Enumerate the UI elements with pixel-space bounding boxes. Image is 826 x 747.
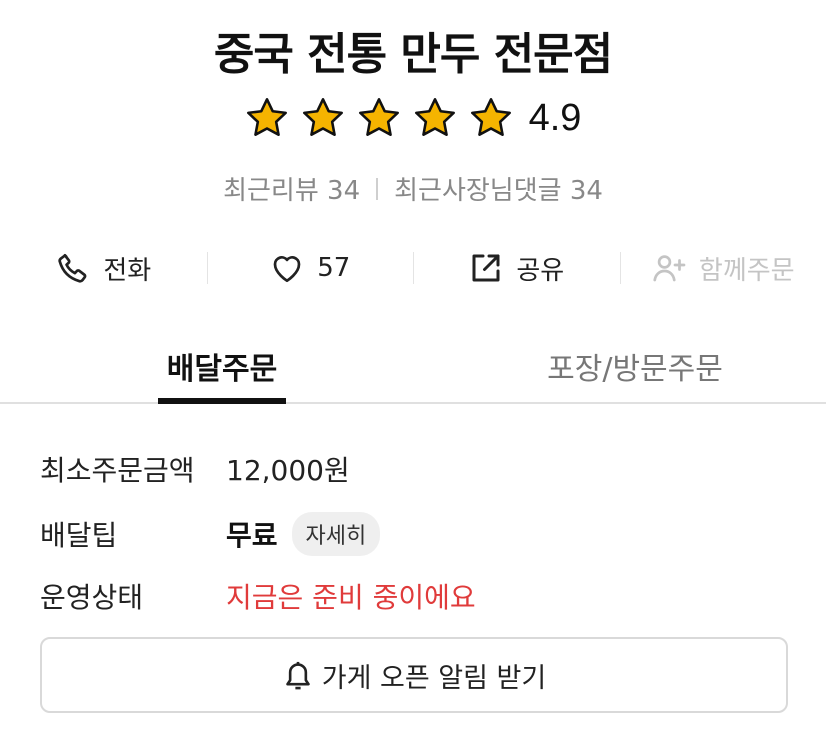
star-rating: [245, 96, 513, 140]
min-order-row: 최소주문금액 12,000원: [40, 449, 350, 489]
order-type-tabs: 배달주문 포장/방문주문: [0, 330, 826, 404]
review-counts: 최근리뷰 34 최근사장님댓글 34: [0, 170, 826, 207]
recent-reviews-link[interactable]: 최근리뷰 34: [223, 170, 360, 207]
star-icon: [413, 96, 457, 140]
delivery-tip-detail-button[interactable]: 자세히: [291, 512, 381, 556]
like-count: 57: [317, 253, 351, 283]
share-label: 공유: [516, 255, 565, 286]
phone-icon: [55, 250, 91, 286]
active-tab-indicator: [158, 398, 286, 404]
rating-score: 4.9: [528, 96, 582, 139]
add-person-icon: [651, 250, 687, 286]
star-icon: [469, 96, 513, 140]
bell-icon: [282, 658, 314, 692]
share-icon: [468, 250, 504, 286]
min-order-label: 최소주문금액: [40, 454, 195, 487]
delivery-tip-label: 배달팁: [40, 519, 118, 552]
open-notification-label: 가게 오픈 알림 받기: [321, 662, 547, 694]
delivery-tip-value: 무료: [226, 519, 278, 552]
status-value: 지금은 준비 중이에요: [226, 581, 476, 614]
min-order-value: 12,000원: [226, 454, 350, 487]
tab-pickup[interactable]: 포장/방문주문: [444, 330, 826, 402]
group-order-button[interactable]: 함께주문: [619, 240, 826, 296]
heart-icon: [269, 250, 305, 286]
open-notification-button[interactable]: 가게 오픈 알림 받기: [40, 637, 788, 713]
like-button[interactable]: 57: [206, 240, 414, 296]
rating-row: 4.9: [0, 96, 826, 140]
status-row: 운영상태 지금은 준비 중이에요: [40, 576, 476, 616]
group-order-label: 함께주문: [698, 255, 795, 286]
status-label: 운영상태: [40, 581, 144, 614]
call-button[interactable]: 전화: [0, 240, 207, 296]
tab-delivery[interactable]: 배달주문: [0, 330, 444, 404]
star-icon: [245, 96, 289, 140]
tab-delivery-label: 배달주문: [166, 352, 278, 387]
tab-pickup-label: 포장/방문주문: [547, 352, 723, 387]
share-button[interactable]: 공유: [413, 240, 620, 296]
store-name: 중국 전통 만두 전문점: [213, 29, 613, 80]
star-icon: [301, 96, 345, 140]
star-icon: [357, 96, 401, 140]
call-label: 전화: [103, 255, 152, 286]
delivery-tip-row: 배달팁 무료 자세히: [40, 512, 381, 556]
divider: [376, 177, 379, 200]
action-bar: 전화 57 공유 함께주문: [0, 240, 826, 296]
recent-owner-comments-link[interactable]: 최근사장님댓글 34: [394, 170, 603, 207]
